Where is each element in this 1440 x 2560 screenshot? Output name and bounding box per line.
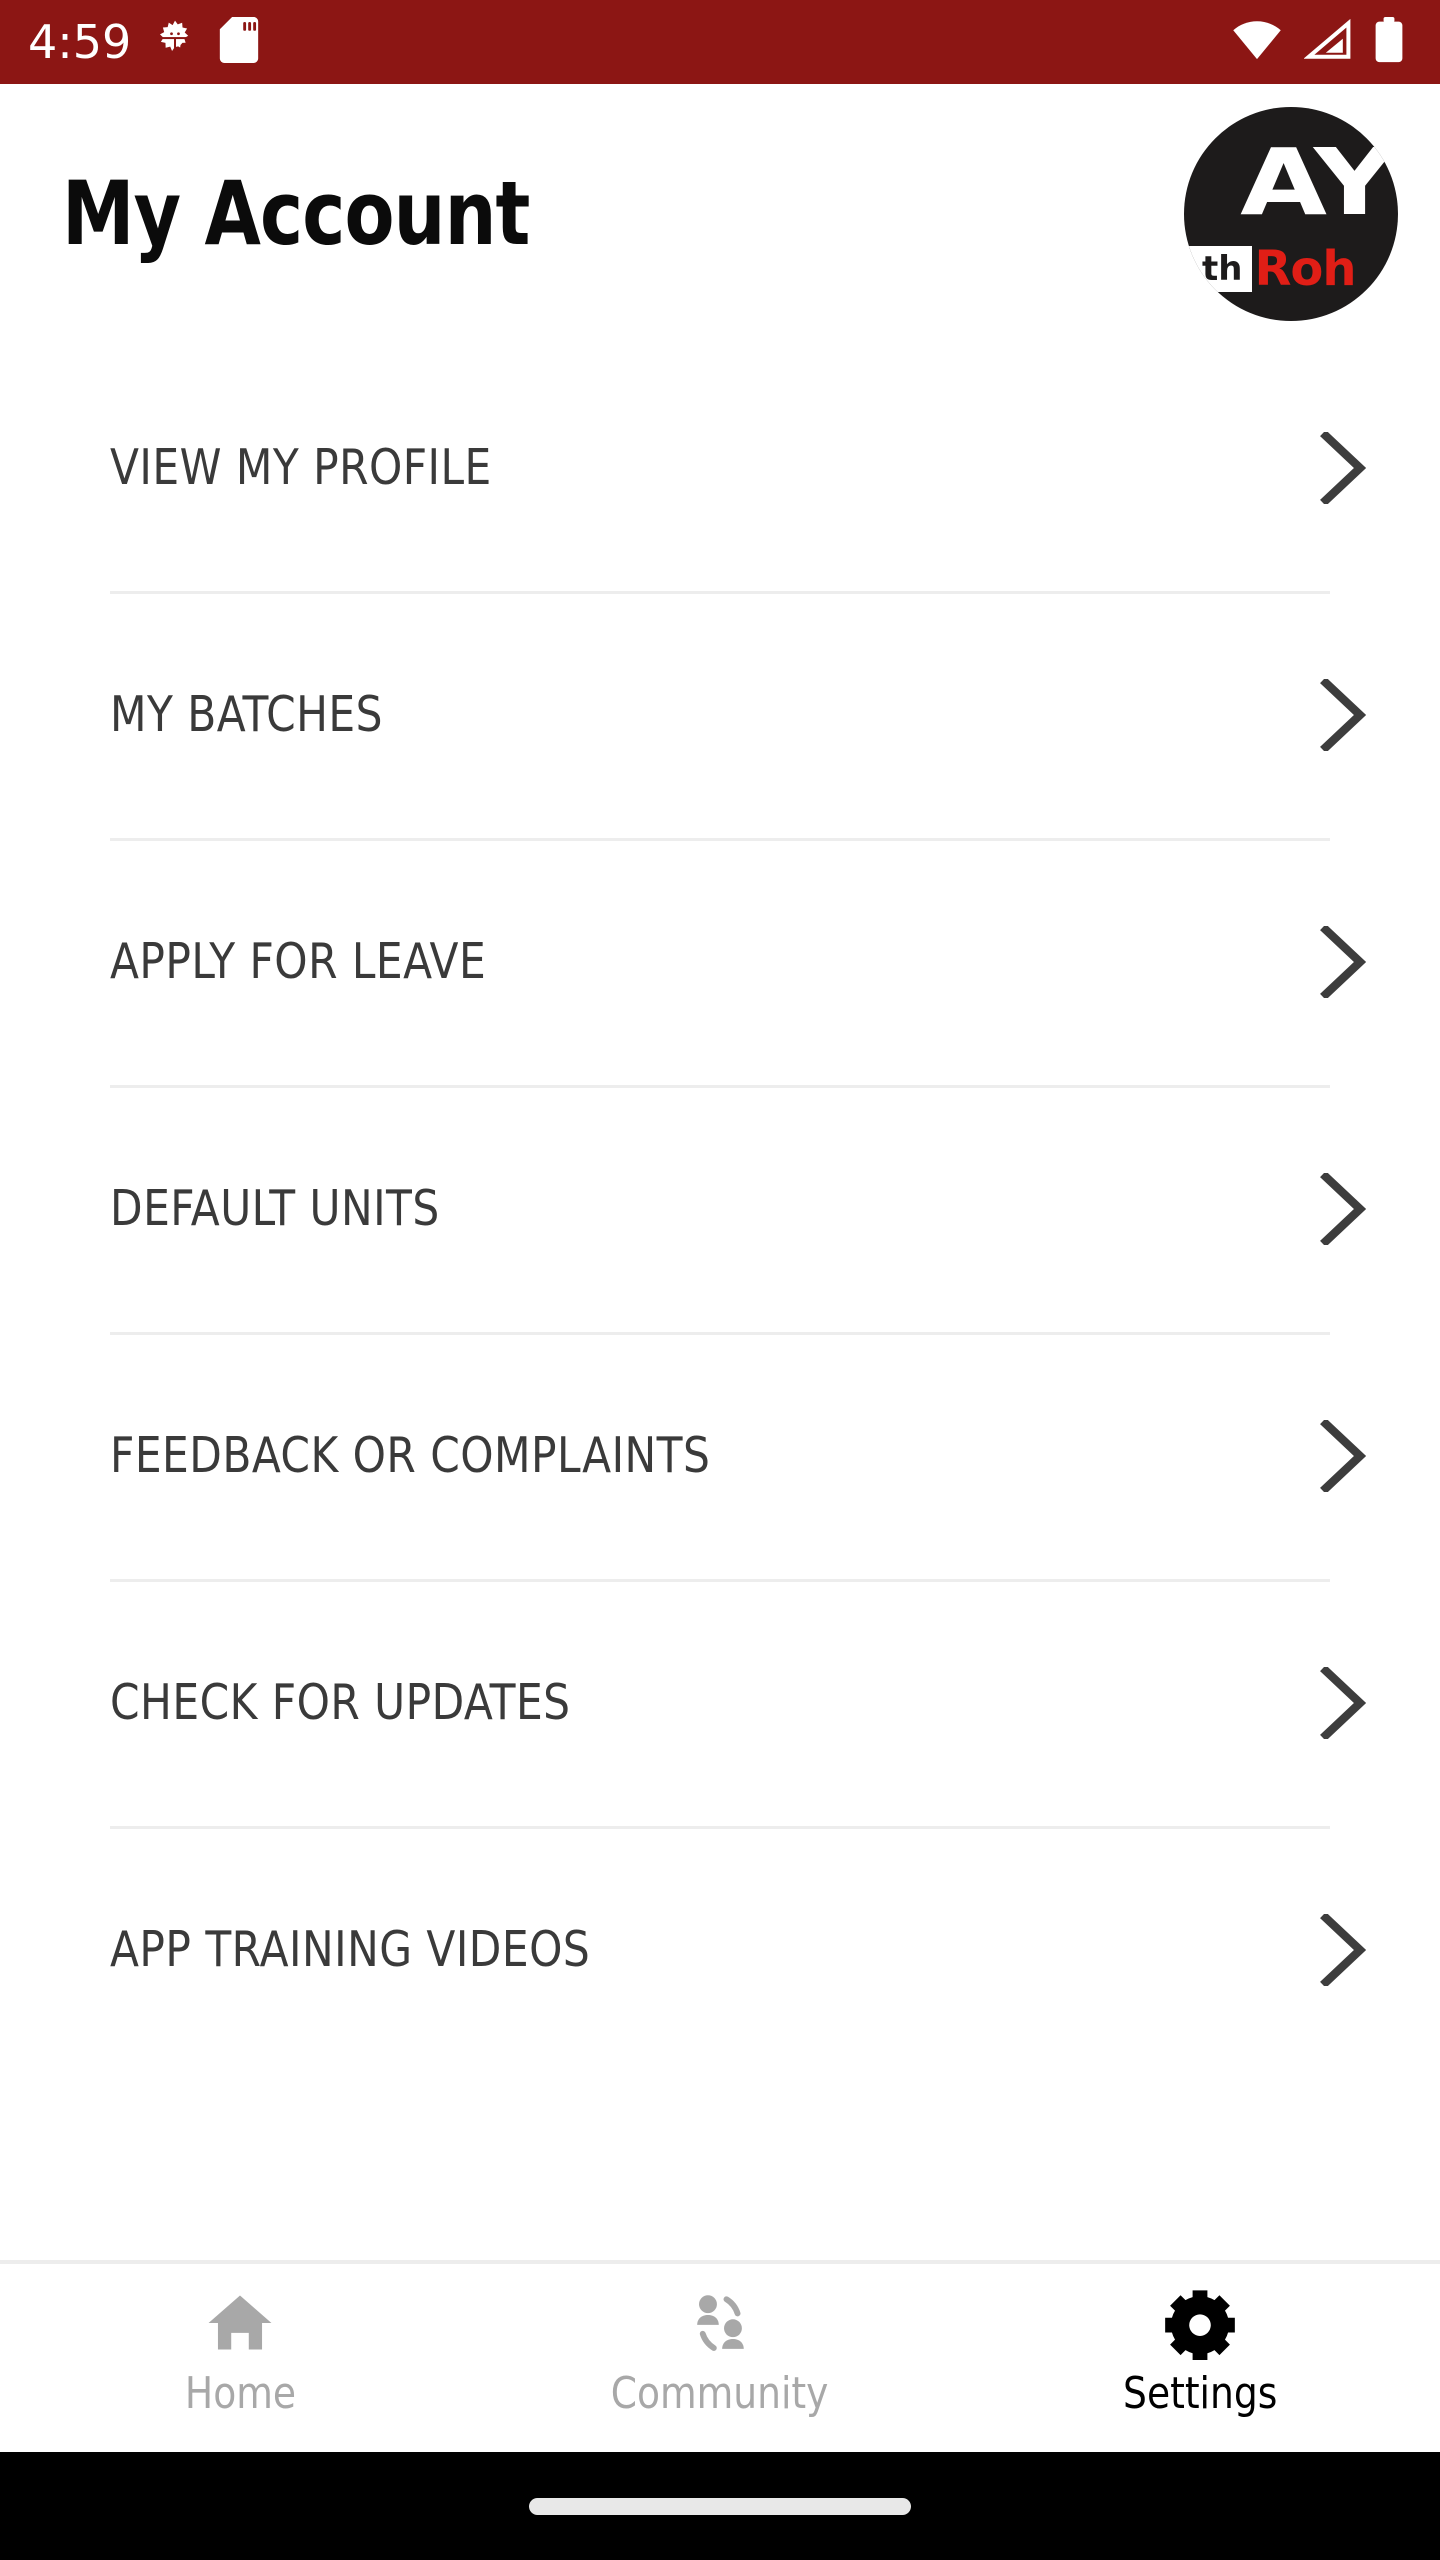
chevron-right-icon xyxy=(1318,1170,1370,1247)
menu-item-check-for-updates[interactable]: CHECK FOR UPDATES xyxy=(0,1579,1440,1826)
status-bar-right xyxy=(1232,16,1404,68)
chevron-right-icon xyxy=(1318,923,1370,1000)
bug-debug-icon xyxy=(153,18,197,67)
menu-item-label: MY BATCHES xyxy=(110,686,384,743)
logo-top-text: AY xyxy=(1240,129,1395,236)
nav-tab-community[interactable]: Community xyxy=(480,2286,960,2416)
menu-item-label: DEFAULT UNITS xyxy=(110,1180,440,1237)
nav-tab-label: Home xyxy=(184,2368,296,2419)
app-root: 4:59 My Account AY th Roh VIEW MY PROFIL… xyxy=(0,0,1440,2560)
app-logo: AY th Roh xyxy=(1184,107,1398,321)
system-gesture-bar xyxy=(0,2452,1440,2560)
community-icon xyxy=(683,2286,757,2360)
nav-tab-label: Community xyxy=(611,2368,829,2419)
sd-card-icon xyxy=(219,16,259,68)
wifi-icon xyxy=(1232,19,1282,66)
chevron-right-icon xyxy=(1318,429,1370,506)
status-bar: 4:59 xyxy=(0,0,1440,84)
bottom-navigation-bar: Home Community Settings xyxy=(0,2260,1440,2452)
nav-tab-settings[interactable]: Settings xyxy=(960,2286,1440,2416)
nav-tab-label: Settings xyxy=(1122,2368,1278,2419)
menu-item-label: APP TRAINING VIDEOS xyxy=(110,1921,591,1978)
chevron-right-icon xyxy=(1318,1664,1370,1741)
nav-tab-home[interactable]: Home xyxy=(0,2286,480,2416)
logo-brand-text: Roh xyxy=(1254,241,1356,297)
chevron-right-icon xyxy=(1318,1911,1370,1988)
status-bar-clock: 4:59 xyxy=(28,15,132,69)
menu-item-app-training-videos[interactable]: APP TRAINING VIDEOS xyxy=(0,1826,1440,2073)
menu-item-label: VIEW MY PROFILE xyxy=(110,439,492,496)
gear-icon xyxy=(1163,2286,1237,2360)
menu-item-view-my-profile[interactable]: VIEW MY PROFILE xyxy=(0,344,1440,591)
logo-badge-text: th xyxy=(1188,246,1253,292)
logo-circle: AY th Roh xyxy=(1184,107,1398,321)
home-icon xyxy=(203,2286,277,2360)
menu-item-label: CHECK FOR UPDATES xyxy=(110,1674,571,1731)
menu-item-feedback-or-complaints[interactable]: FEEDBACK OR COMPLAINTS xyxy=(0,1332,1440,1579)
logo-bottom-row: th Roh xyxy=(1188,245,1398,293)
menu-item-default-units[interactable]: DEFAULT UNITS xyxy=(0,1085,1440,1332)
home-indicator-pill[interactable] xyxy=(529,2497,911,2515)
menu-item-label: FEEDBACK OR COMPLAINTS xyxy=(110,1427,711,1484)
page-header: My Account AY th Roh xyxy=(0,84,1440,344)
menu-item-my-batches[interactable]: MY BATCHES xyxy=(0,591,1440,838)
status-bar-left: 4:59 xyxy=(28,15,259,69)
menu-item-apply-for-leave[interactable]: APPLY FOR LEAVE xyxy=(0,838,1440,1085)
cellular-signal-icon xyxy=(1303,18,1352,66)
battery-icon xyxy=(1374,16,1404,68)
account-menu-list: VIEW MY PROFILE MY BATCHES APPLY FOR LEA… xyxy=(0,344,1440,2260)
page-title: My Account xyxy=(62,162,530,265)
chevron-right-icon xyxy=(1318,1417,1370,1494)
chevron-right-icon xyxy=(1318,676,1370,753)
menu-item-label: APPLY FOR LEAVE xyxy=(110,933,487,990)
